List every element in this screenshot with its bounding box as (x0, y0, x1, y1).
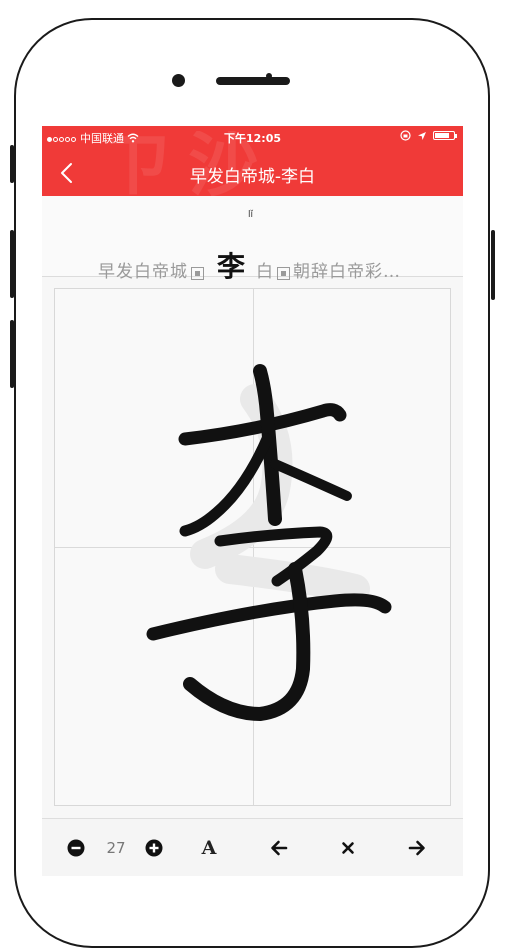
bottom-toolbar: 27 A (42, 818, 463, 876)
writing-grid[interactable] (54, 288, 451, 806)
orientation-lock-icon (400, 130, 411, 141)
close-icon (342, 842, 354, 854)
punctuation-box-icon (277, 267, 291, 280)
location-icon (418, 131, 426, 140)
status-bar: 中国联通 下午12:05 (42, 126, 463, 148)
next-char-button[interactable] (405, 836, 429, 860)
mute-switch (10, 145, 14, 183)
increase-size-button[interactable] (143, 836, 165, 860)
app-screen: ㄗ 沙 中国联通 下午12:05 早发白帝城-李白 lǐ 早发白帝城 李 白 朝… (42, 126, 463, 876)
current-char[interactable]: 李 (217, 245, 246, 285)
volume-up-button (10, 230, 14, 298)
arrow-left-icon (271, 840, 288, 856)
front-camera (172, 74, 185, 87)
pinyin-label: lǐ (248, 210, 254, 220)
preceding-chars[interactable]: 早发白帝城 (98, 257, 188, 282)
arrow-right-icon (408, 840, 425, 856)
status-right (400, 130, 457, 141)
earpiece-speaker (216, 77, 290, 85)
calligraphy-glyph (146, 364, 392, 722)
battery-icon (433, 131, 457, 140)
size-value: 27 (106, 839, 126, 857)
clear-button[interactable] (336, 836, 360, 860)
previous-char-button[interactable] (267, 836, 291, 860)
following-char[interactable]: 白 (256, 257, 274, 282)
decrease-size-button[interactable] (65, 836, 87, 860)
character-strip: lǐ 早发白帝城 李 白 朝辞白帝彩… (42, 196, 463, 283)
volume-down-button (10, 320, 14, 388)
plus-circle-icon (145, 839, 163, 857)
nav-header: ㄗ 沙 中国联通 下午12:05 早发白帝城-李白 (42, 126, 463, 196)
minus-circle-icon (67, 839, 85, 857)
page-title: 早发白帝城-李白 (189, 167, 316, 187)
following-chars[interactable]: 朝辞白帝彩… (293, 257, 401, 282)
punctuation-box-icon (191, 267, 204, 280)
font-style-button[interactable]: A (197, 836, 221, 860)
poem-char-row[interactable]: 早发白帝城 李 白 朝辞白帝彩… (98, 242, 401, 285)
power-button (491, 230, 495, 300)
